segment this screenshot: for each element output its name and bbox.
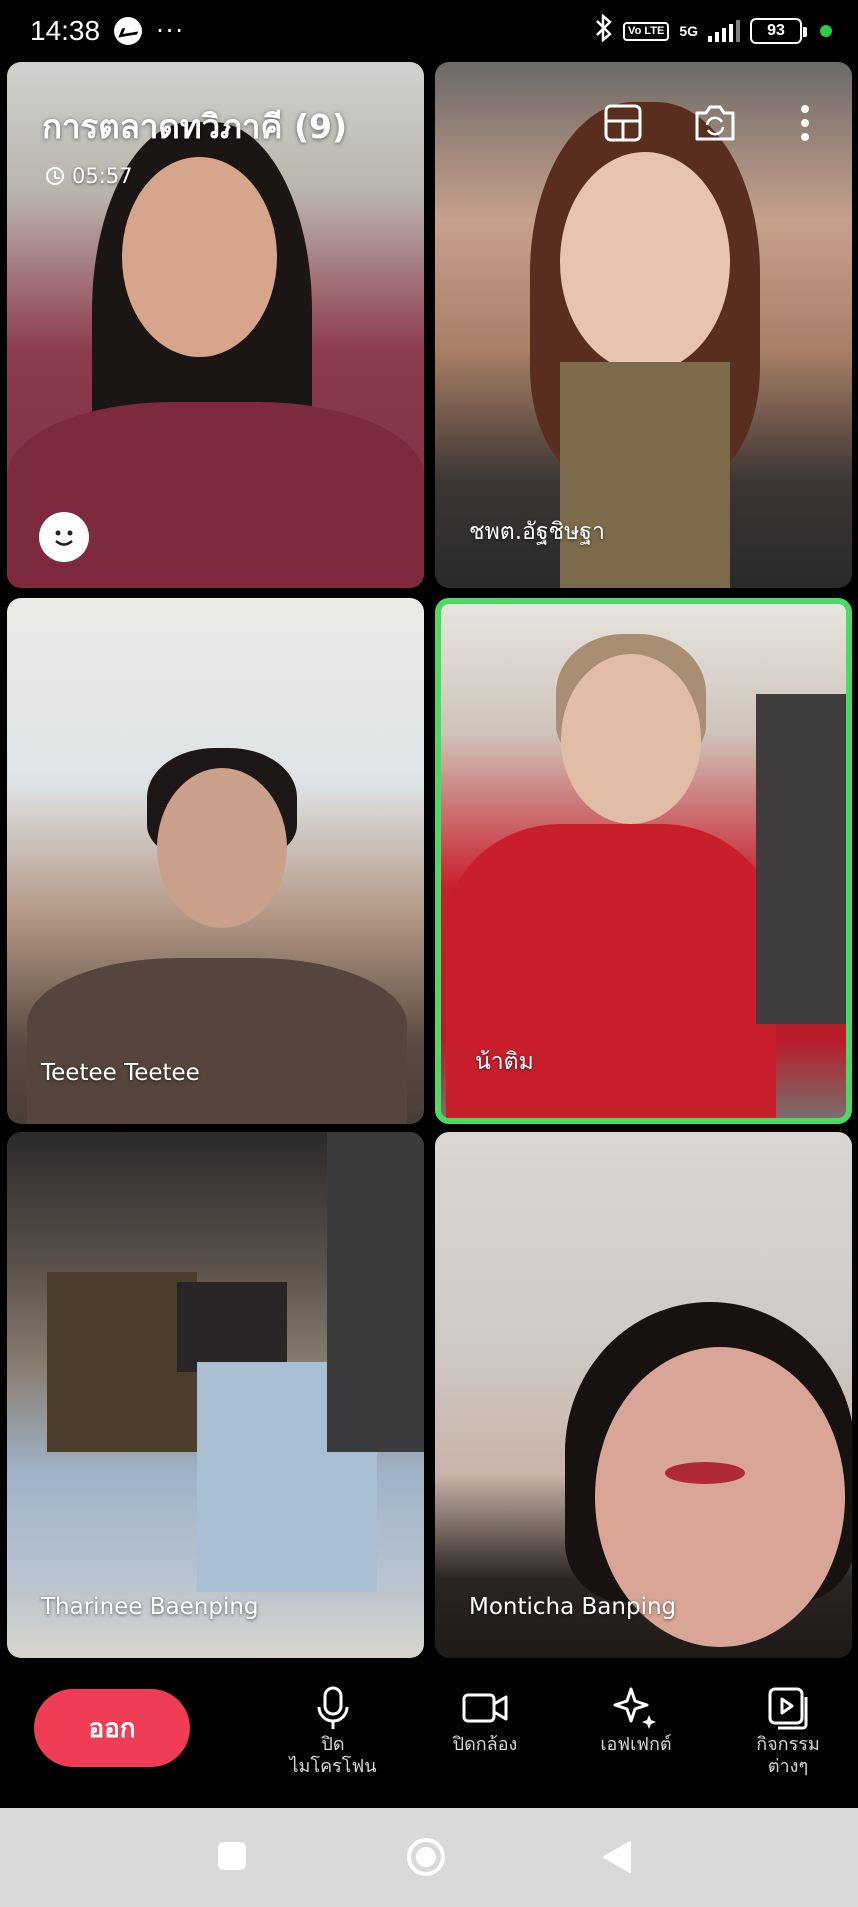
participant-name: น้าติม xyxy=(475,1049,534,1075)
system-nav-bar xyxy=(0,1808,858,1907)
call-controls: ออก ปิด ไมโครโฟน ปิดกล้อง เอฟเฟกต์ กิจกร… xyxy=(0,1662,858,1808)
switch-camera-icon xyxy=(695,105,735,141)
activities-label: กิจกรรม ต่างๆ xyxy=(756,1734,820,1777)
status-bar: 14:38 ··· Vo LTE 5G 93 xyxy=(0,0,858,62)
messenger-icon xyxy=(114,17,143,45)
participant-name: Tharinee Baenping xyxy=(41,1594,259,1620)
recent-apps-icon xyxy=(218,1842,246,1870)
camera-toggle-button[interactable]: ปิดกล้อง xyxy=(420,1682,550,1756)
clock-icon xyxy=(46,167,64,185)
reaction-button[interactable] xyxy=(39,512,89,562)
participant-tile-active-speaker[interactable]: น้าติม xyxy=(435,598,852,1124)
bluetooth-icon xyxy=(595,12,613,49)
camera-label: ปิดกล้อง xyxy=(452,1734,518,1755)
home-button[interactable] xyxy=(405,1836,447,1882)
home-icon xyxy=(407,1838,445,1876)
effects-label: เอฟเฟกต์ xyxy=(600,1734,672,1755)
battery-icon: 93 xyxy=(750,18,807,44)
mic-label: ปิด ไมโครโฟน xyxy=(289,1734,377,1777)
activities-icon xyxy=(768,1687,808,1730)
leave-button[interactable]: ออก xyxy=(34,1689,190,1767)
battery-level: 93 xyxy=(767,22,785,39)
meeting-timer: 05:57 xyxy=(46,164,133,188)
microphone-icon xyxy=(317,1686,349,1729)
switch-camera-button[interactable] xyxy=(692,100,738,146)
back-button[interactable] xyxy=(602,1840,632,1878)
video-camera-icon xyxy=(462,1693,508,1723)
network-type: 5G xyxy=(679,23,698,39)
activities-button[interactable]: กิจกรรม ต่างๆ xyxy=(723,1682,853,1778)
participant-tile-6[interactable]: Monticha Banping xyxy=(435,1132,852,1658)
layout-button[interactable] xyxy=(600,100,646,146)
more-vertical-icon xyxy=(801,105,809,141)
privacy-indicator xyxy=(820,25,832,37)
mic-toggle-button[interactable]: ปิด ไมโครโฟน xyxy=(268,1682,398,1778)
participant-name: Teetee Teetee xyxy=(41,1060,200,1086)
signal-icon xyxy=(708,20,740,42)
more-options-button[interactable] xyxy=(782,100,828,146)
status-time: 14:38 xyxy=(30,15,101,46)
participant-name: ชพต.อัฐชิษฐา xyxy=(469,519,605,545)
back-icon xyxy=(603,1841,631,1873)
smile-icon xyxy=(45,518,83,556)
recent-apps-button[interactable] xyxy=(216,1840,248,1876)
participant-tile-3[interactable]: Teetee Teetee xyxy=(7,598,424,1124)
volte-badge: Vo LTE xyxy=(623,21,670,41)
layout-icon xyxy=(604,104,642,142)
meeting-duration: 05:57 xyxy=(72,164,133,188)
participant-name: Monticha Banping xyxy=(469,1594,677,1620)
more-notifications-icon: ··· xyxy=(156,17,185,45)
meeting-title: การตลาดทวิภาคี (9) xyxy=(42,107,348,146)
sparkle-icon xyxy=(613,1687,656,1729)
effects-button[interactable]: เอฟเฟกต์ xyxy=(571,1682,701,1756)
participant-tile-5[interactable]: Tharinee Baenping xyxy=(7,1132,424,1658)
